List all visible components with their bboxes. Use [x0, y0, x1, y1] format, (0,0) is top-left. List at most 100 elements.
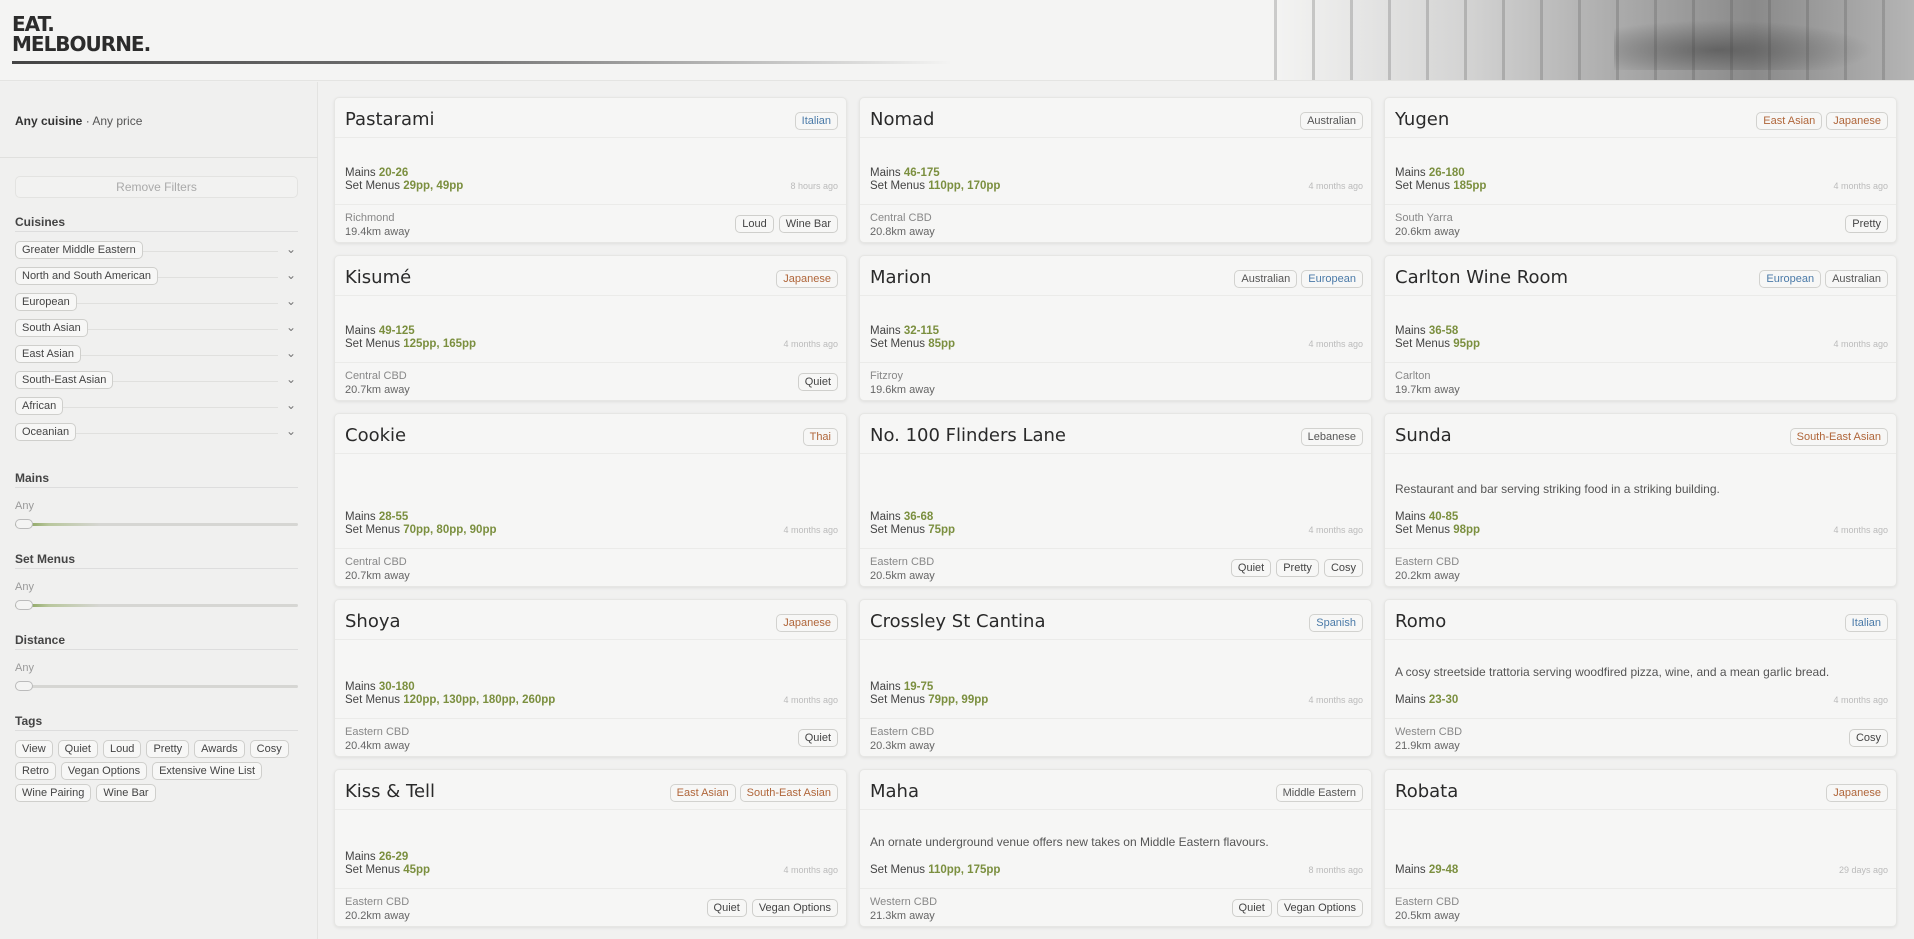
restaurant-name[interactable]: Marion — [870, 267, 931, 288]
chevron-down-icon[interactable]: ⌄ — [286, 346, 296, 360]
restaurant-card[interactable]: Kiss & Tell East Asian South-East Asian Mai… — [334, 769, 847, 927]
chevron-down-icon[interactable]: ⌄ — [286, 398, 296, 412]
tag-filter-pill[interactable]: Vegan Options — [60, 762, 148, 780]
card-tag[interactable]: Cosy — [1848, 729, 1888, 747]
cuisine-pill[interactable]: Greater Middle Eastern — [15, 241, 143, 259]
card-tag[interactable]: Quiet — [797, 729, 838, 747]
cuisine-row[interactable]: South Asian ⌄ — [15, 319, 298, 339]
restaurant-name[interactable]: Robata — [1395, 781, 1458, 802]
restaurant-name[interactable]: Maha — [870, 781, 919, 802]
tag-filter-pill[interactable]: Wine Bar — [96, 784, 156, 802]
cuisine-badge[interactable]: Spanish — [1309, 614, 1363, 632]
card-tag[interactable]: Vegan Options — [1276, 899, 1363, 917]
cuisine-row[interactable]: East Asian ⌄ — [15, 345, 298, 365]
cuisine-pill[interactable]: South Asian — [15, 319, 88, 337]
restaurant-name[interactable]: Carlton Wine Room — [1395, 267, 1568, 288]
restaurant-name[interactable]: Shoya — [345, 611, 401, 632]
restaurant-card[interactable]: Cookie Thai Mains 28-55 Set Menus 70pp, 80p… — [334, 413, 847, 587]
restaurant-card[interactable]: No. 100 Flinders Lane Lebanese Mains 36-68… — [859, 413, 1372, 587]
cuisine-badge[interactable]: South-East Asian — [739, 784, 838, 802]
tag-filter-pill[interactable]: View — [15, 740, 53, 758]
cuisine-badge[interactable]: Australian — [1300, 112, 1363, 130]
cuisine-badge[interactable]: European — [1759, 270, 1822, 288]
card-tag[interactable]: Pretty — [1276, 559, 1319, 577]
cuisine-badge[interactable]: Italian — [794, 112, 838, 130]
cuisine-pill[interactable]: North and South American — [15, 267, 159, 285]
chevron-down-icon[interactable]: ⌄ — [286, 242, 296, 256]
restaurant-card[interactable]: Crossley St Cantina Spanish Mains 19-75 Set… — [859, 599, 1372, 757]
restaurant-name[interactable]: Cookie — [345, 425, 406, 446]
distance-slider-handle[interactable] — [15, 681, 33, 691]
card-tag[interactable]: Quiet — [797, 373, 838, 391]
restaurant-name[interactable]: No. 100 Flinders Lane — [870, 425, 1066, 446]
cuisine-badge[interactable]: Australian — [1234, 270, 1298, 288]
restaurant-name[interactable]: Romo — [1395, 611, 1446, 632]
cuisine-badge[interactable]: Japanese — [776, 270, 838, 288]
chevron-down-icon[interactable]: ⌄ — [286, 320, 296, 334]
tag-filter-pill[interactable]: Loud — [102, 740, 142, 758]
cuisine-badge[interactable]: Italian — [1844, 614, 1888, 632]
cuisine-badge[interactable]: European — [1301, 270, 1363, 288]
card-tag[interactable]: Loud — [735, 215, 774, 233]
restaurant-name[interactable]: Kisumé — [345, 267, 411, 288]
card-tag[interactable]: Vegan Options — [751, 899, 838, 917]
restaurant-card[interactable]: Sunda South-East Asian Restaurant and bar … — [1384, 413, 1897, 587]
card-tag[interactable]: Wine Bar — [778, 215, 838, 233]
cuisine-badge[interactable]: Japanese — [1826, 784, 1888, 802]
cuisine-row[interactable]: North and South American ⌄ — [15, 267, 298, 287]
card-tag[interactable]: Cosy — [1323, 559, 1363, 577]
card-tag[interactable]: Quiet — [1230, 559, 1272, 577]
restaurant-card[interactable]: Yugen East Asian Japanese Mains 26-180 Set M… — [1384, 97, 1897, 243]
tag-filter-pill[interactable]: Retro — [15, 762, 56, 780]
cuisine-pill[interactable]: South-East Asian — [15, 371, 114, 389]
cuisine-pill[interactable]: Oceanian — [15, 423, 77, 441]
restaurant-card[interactable]: Marion Australian European Mains 32-115 Set … — [859, 255, 1372, 401]
restaurant-name[interactable]: Kiss & Tell — [345, 781, 435, 802]
tag-filter-pill[interactable]: Extensive Wine List — [152, 762, 263, 780]
cuisine-badge[interactable]: Australian — [1825, 270, 1888, 288]
cuisine-badge[interactable]: Thai — [802, 428, 838, 446]
cuisine-badge[interactable]: East Asian — [669, 784, 736, 802]
restaurant-card[interactable]: Carlton Wine Room European Australian Mains… — [1384, 255, 1897, 401]
tag-filter-pill[interactable]: Cosy — [249, 740, 289, 758]
cuisine-pill[interactable]: African — [15, 397, 64, 415]
cuisine-badge[interactable]: East Asian — [1756, 112, 1823, 130]
chevron-down-icon[interactable]: ⌄ — [286, 268, 296, 282]
chevron-down-icon[interactable]: ⌄ — [286, 372, 296, 386]
restaurant-card[interactable]: Pastarami Italian Mains 20-26 Set Menus 29p… — [334, 97, 847, 243]
restaurant-card[interactable]: Maha Middle Eastern An ornate underground … — [859, 769, 1372, 927]
cuisine-row[interactable]: Oceanian ⌄ — [15, 423, 298, 443]
restaurant-card[interactable]: Shoya Japanese Mains 30-180 Set Menus 120pp… — [334, 599, 847, 757]
tag-filter-pill[interactable]: Pretty — [146, 740, 190, 758]
cuisine-row[interactable]: European ⌄ — [15, 293, 298, 313]
restaurant-name[interactable]: Crossley St Cantina — [870, 611, 1046, 632]
card-tag[interactable]: Quiet — [1231, 899, 1272, 917]
restaurant-card[interactable]: Robata Japanese Mains 29-48 29 days ago East… — [1384, 769, 1897, 927]
restaurant-card[interactable]: Kisumé Japanese Mains 49-125 Set Menus 125p… — [334, 255, 847, 401]
restaurant-name[interactable]: Nomad — [870, 109, 934, 130]
chevron-down-icon[interactable]: ⌄ — [286, 294, 296, 308]
card-tag[interactable]: Pretty — [1845, 215, 1888, 233]
restaurant-name[interactable]: Sunda — [1395, 425, 1452, 446]
remove-filters-button[interactable]: Remove Filters — [15, 176, 298, 198]
restaurant-name[interactable]: Pastarami — [345, 109, 435, 130]
setmenus-slider-track[interactable] — [15, 604, 298, 607]
restaurant-card[interactable]: Nomad Australian Mains 46-175 Set Menus 110… — [859, 97, 1372, 243]
restaurant-name[interactable]: Yugen — [1395, 109, 1449, 130]
cuisine-badge[interactable]: South-East Asian — [1789, 428, 1888, 446]
restaurant-card[interactable]: Romo Italian A cosy streetside trattoria s… — [1384, 599, 1897, 757]
chevron-down-icon[interactable]: ⌄ — [286, 424, 296, 438]
setmenus-slider-handle[interactable] — [15, 600, 33, 610]
cuisine-badge[interactable]: Lebanese — [1300, 428, 1363, 446]
mains-slider-track[interactable] — [15, 523, 298, 526]
mains-slider-handle[interactable] — [15, 519, 33, 529]
cuisine-badge[interactable]: Japanese — [776, 614, 838, 632]
cuisine-row[interactable]: African ⌄ — [15, 397, 298, 417]
tag-filter-pill[interactable]: Wine Pairing — [15, 784, 92, 802]
cuisine-pill[interactable]: European — [15, 293, 77, 311]
cuisine-pill[interactable]: East Asian — [15, 345, 81, 363]
tag-filter-pill[interactable]: Awards — [194, 740, 245, 758]
distance-slider-track[interactable] — [15, 685, 298, 688]
cuisine-row[interactable]: Greater Middle Eastern ⌄ — [15, 241, 298, 261]
site-logo[interactable]: EAT. MELBOURNE. — [12, 14, 151, 54]
